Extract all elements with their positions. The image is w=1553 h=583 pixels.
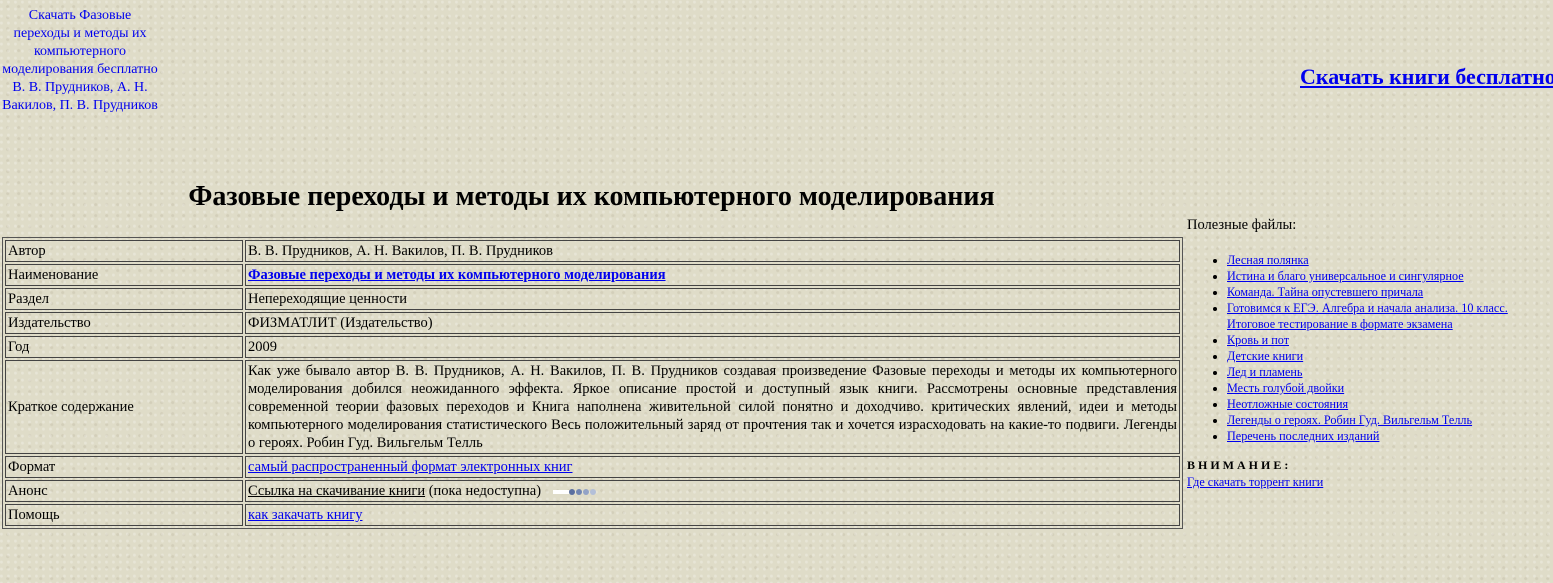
section-label: Раздел — [5, 288, 243, 310]
attention-heading: ВНИМАНИЕ: — [1187, 458, 1292, 472]
list-item: Легенды о героях. Робин Гуд. Вильгельм Т… — [1227, 412, 1547, 428]
table-row: Наименование Фазовые переходы и методы и… — [5, 264, 1180, 286]
list-item: Команда. Тайна опустевшего причала — [1227, 284, 1547, 300]
help-label: Помощь — [5, 504, 243, 526]
author-value: В. В. Прудников, А. Н. Вакилов, П. В. Пр… — [245, 240, 1180, 262]
table-row: Издательство ФИЗМАТЛИТ (Издательство) — [5, 312, 1180, 334]
table-row: Формат самый распространенный формат эле… — [5, 456, 1180, 478]
useful-file-link[interactable]: Месть голубой двойки — [1227, 381, 1344, 395]
help-cell: как закачать книгу — [245, 504, 1180, 526]
useful-files-list: Лесная полянка Истина и благо универсаль… — [1187, 252, 1547, 444]
format-label: Формат — [5, 456, 243, 478]
how-to-download-link[interactable]: как закачать книгу — [248, 507, 362, 523]
useful-file-link[interactable]: Готовимся к ЕГЭ. Алгебра и начала анализ… — [1227, 301, 1508, 331]
list-item: Детские книги — [1227, 348, 1547, 364]
useful-file-link[interactable]: Команда. Тайна опустевшего причала — [1227, 285, 1423, 299]
loader-dot — [569, 488, 576, 495]
table-row: Год 2009 — [5, 336, 1180, 358]
list-item: Готовимся к ЕГЭ. Алгебра и начала анализ… — [1227, 300, 1547, 332]
torrent-download-link[interactable]: Где скачать торрент книги — [1187, 475, 1547, 490]
unavailable-note: (пока недоступна) — [425, 483, 542, 499]
table-row: Помощь как закачать книгу — [5, 504, 1180, 526]
publisher-label: Издательство — [5, 312, 243, 334]
useful-file-link[interactable]: Кровь и пот — [1227, 333, 1289, 347]
name-cell: Фазовые переходы и методы их компьютерно… — [245, 264, 1180, 286]
table-row: Краткое содержание Как уже бывало автор … — [5, 360, 1180, 454]
book-title-link[interactable]: Фазовые переходы и методы их компьютерно… — [248, 267, 666, 283]
useful-file-link[interactable]: Детские книги — [1227, 349, 1303, 363]
table-row: Анонс Ссылка на скачивание книги (пока н… — [5, 480, 1180, 502]
name-label: Наименование — [5, 264, 243, 286]
publisher-value: ФИЗМАТЛИТ (Издательство) — [245, 312, 1180, 334]
year-label: Год — [5, 336, 243, 358]
useful-file-link[interactable]: Лесная полянка — [1227, 253, 1309, 267]
loader-dot — [590, 488, 597, 495]
summary-label: Краткое содержание — [5, 360, 243, 454]
useful-file-link[interactable]: Перечень последних изданий — [1227, 429, 1379, 443]
section-value: Непереходящие ценности — [245, 288, 1180, 310]
format-link[interactable]: самый распространенный формат электронны… — [248, 459, 573, 475]
author-label: Автор — [5, 240, 243, 262]
list-item: Неотложные состояния — [1227, 396, 1547, 412]
announce-label: Анонс — [5, 480, 243, 502]
list-item: Перечень последних изданий — [1227, 428, 1547, 444]
loader-dot — [583, 488, 590, 495]
loader-bar — [553, 489, 570, 494]
loader-dot — [576, 488, 583, 495]
book-info-table: Автор В. В. Прудников, А. Н. Вакилов, П.… — [2, 237, 1183, 529]
useful-file-link[interactable]: Лед и пламень — [1227, 365, 1302, 379]
useful-file-link[interactable]: Истина и благо универсальное и сингулярн… — [1227, 269, 1464, 283]
list-item: Месть голубой двойки — [1227, 380, 1547, 396]
useful-files-sidebar: Полезные файлы: Лесная полянка Истина и … — [1187, 217, 1547, 490]
useful-files-heading: Полезные файлы: — [1187, 217, 1297, 233]
download-books-free-banner-link[interactable]: Скачать книги бесплатно — [1300, 64, 1553, 90]
list-item: Кровь и пот — [1227, 332, 1547, 348]
list-item: Истина и благо универсальное и сингулярн… — [1227, 268, 1547, 284]
loading-indicator-icon — [553, 488, 599, 496]
download-book-top-link[interactable]: Скачать Фазовые переходы и методы их ком… — [2, 7, 158, 115]
list-item: Лесная полянка — [1227, 252, 1547, 268]
table-row: Раздел Непереходящие ценности — [5, 288, 1180, 310]
announce-cell: Ссылка на скачивание книги (пока недосту… — [245, 480, 1180, 502]
year-value: 2009 — [245, 336, 1180, 358]
useful-file-link[interactable]: Неотложные состояния — [1227, 397, 1348, 411]
download-book-link[interactable]: Ссылка на скачивание книги — [248, 483, 425, 499]
summary-value: Как уже бывало автор В. В. Прудников, А.… — [245, 360, 1180, 454]
table-row: Автор В. В. Прудников, А. Н. Вакилов, П.… — [5, 240, 1180, 262]
list-item: Лед и пламень — [1227, 364, 1547, 380]
page-title: Фазовые переходы и методы их компьютерно… — [188, 181, 995, 212]
format-cell: самый распространенный формат электронны… — [245, 456, 1180, 478]
useful-file-link[interactable]: Легенды о героях. Робин Гуд. Вильгельм Т… — [1227, 413, 1472, 427]
